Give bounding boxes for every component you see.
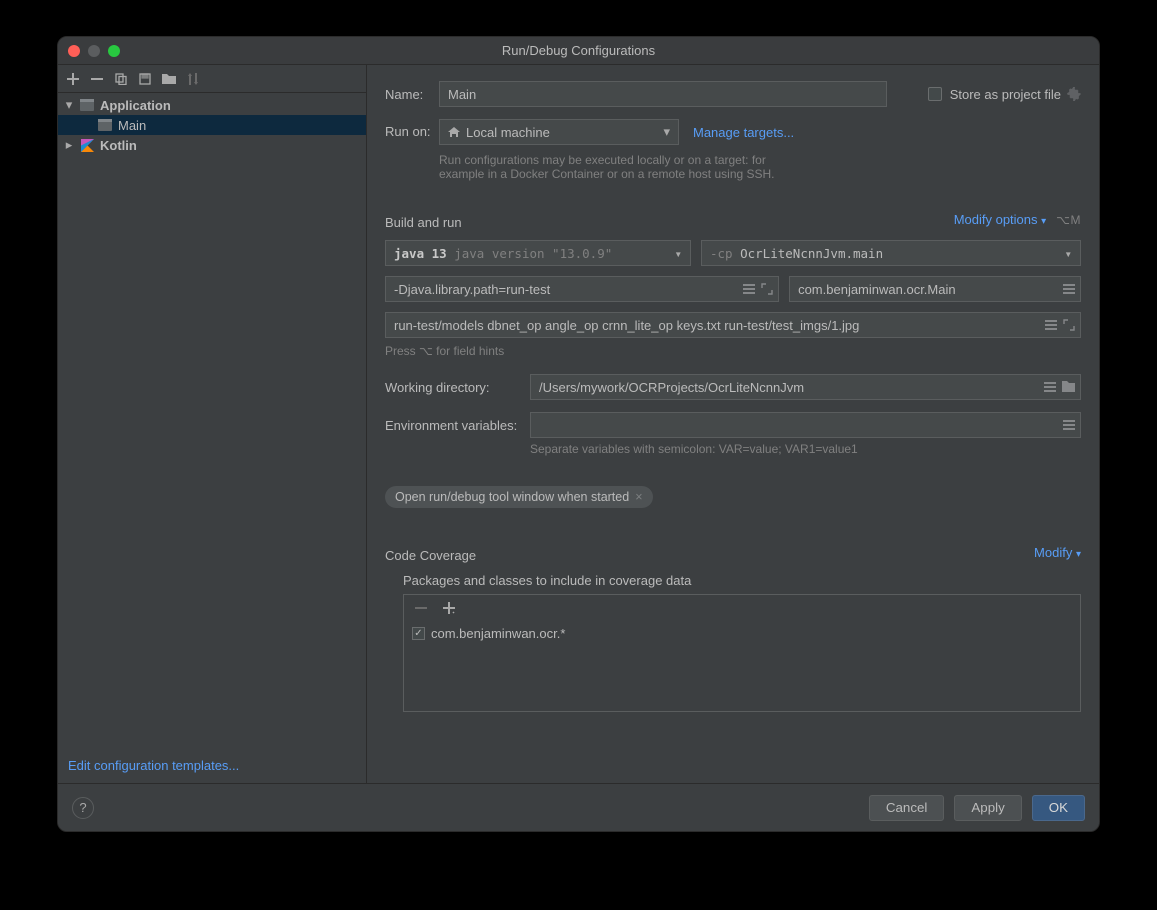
list-icon[interactable] [1063, 283, 1075, 295]
sidebar-toolbar [58, 65, 366, 93]
build-run-header: Build and run Modify options ▾ ⌥M [385, 199, 1081, 240]
list-icon[interactable] [1063, 419, 1075, 431]
working-dir-input[interactable] [530, 374, 1081, 400]
coverage-title: Code Coverage [385, 548, 476, 563]
add-icon[interactable] [442, 601, 456, 615]
chevron-down-icon[interactable]: ▾ [64, 97, 74, 113]
close-icon[interactable]: × [635, 490, 642, 504]
env-label: Environment variables: [385, 418, 530, 433]
env-input[interactable] [530, 412, 1081, 438]
titlebar: Run/Debug Configurations [58, 37, 1099, 65]
jdk-classpath-row: java 13 java version "13.0.9" ▾ -cp OcrL… [385, 240, 1081, 266]
run-debug-config-dialog: Run/Debug Configurations [57, 36, 1100, 832]
checkbox-box-icon [928, 87, 942, 101]
run-on-hint: Run configurations may be executed local… [439, 153, 779, 181]
tree-node-kotlin[interactable]: ▸ Kotlin [58, 135, 366, 155]
store-label: Store as project file [950, 87, 1061, 102]
env-hint: Separate variables with semicolon: VAR=v… [530, 442, 1081, 456]
working-dir-row: Working directory: [385, 374, 1081, 400]
coverage-item-label: com.benjaminwan.ocr.* [431, 626, 565, 641]
classpath-combo[interactable]: -cp OcrLiteNcnnJvm.main ▾ [701, 240, 1081, 266]
build-run-title: Build and run [385, 215, 462, 230]
tree-node-main[interactable]: Main [58, 115, 366, 135]
coverage-toolbar [404, 595, 1080, 622]
chevron-down-icon: ▾ [1064, 246, 1072, 261]
coverage-list[interactable]: ✓ com.benjaminwan.ocr.* [404, 622, 1080, 711]
ok-button[interactable]: OK [1032, 795, 1085, 821]
sort-icon [186, 72, 200, 86]
run-on-label: Run on: [385, 124, 439, 139]
coverage-list-box: ✓ com.benjaminwan.ocr.* [403, 594, 1081, 712]
apply-button[interactable]: Apply [954, 795, 1021, 821]
list-icon[interactable] [1045, 319, 1057, 331]
chevron-right-icon[interactable]: ▸ [64, 137, 74, 153]
coverage-item[interactable]: ✓ com.benjaminwan.ocr.* [412, 626, 1072, 641]
field-hints: Press ⌥ for field hints [385, 344, 1081, 358]
kotlin-type-icon [80, 138, 94, 152]
tree-label: Application [100, 98, 171, 113]
manage-targets-link[interactable]: Manage targets... [693, 125, 794, 140]
gear-icon[interactable] [1067, 87, 1081, 101]
coverage-subtitle: Packages and classes to include in cover… [403, 573, 1081, 588]
name-input[interactable] [439, 81, 887, 107]
working-dir-label: Working directory: [385, 380, 530, 395]
sidebar-footer: Edit configuration templates... [58, 747, 366, 783]
expand-icon[interactable] [761, 283, 773, 295]
run-on-combo[interactable]: Local machine ▾ [439, 119, 679, 145]
remove-icon[interactable] [90, 72, 104, 86]
main-panel: Name: Store as project file Run on: [367, 65, 1099, 783]
vm-mainclass-row [385, 276, 1081, 302]
modify-options-shortcut: ⌥M [1056, 213, 1081, 227]
add-icon[interactable] [66, 72, 80, 86]
window-title: Run/Debug Configurations [58, 43, 1099, 58]
vm-options-input[interactable] [385, 276, 779, 302]
sidebar: ▾ Application Main ▸ [58, 65, 367, 783]
name-label: Name: [385, 87, 439, 102]
program-args-input[interactable] [385, 312, 1081, 338]
list-icon[interactable] [1044, 381, 1056, 393]
modify-options-link[interactable]: Modify options ▾ [954, 212, 1046, 227]
run-on-row: Run on: Local machine ▾ Manag [385, 119, 1081, 181]
dialog-footer: ? Cancel Apply OK [58, 783, 1099, 831]
footer-buttons: Cancel Apply OK [869, 795, 1085, 821]
tree-label: Kotlin [100, 138, 137, 153]
help-button[interactable]: ? [72, 797, 94, 819]
chevron-down-icon: ▾ [663, 124, 670, 140]
remove-icon [414, 601, 428, 615]
config-tree: ▾ Application Main ▸ [58, 93, 366, 747]
modify-coverage-link[interactable]: Modify ▾ [1034, 545, 1081, 560]
list-icon[interactable] [743, 283, 755, 295]
edit-templates-link[interactable]: Edit configuration templates... [68, 758, 239, 773]
store-as-project-file-checkbox[interactable]: Store as project file [928, 87, 1061, 102]
home-icon [448, 126, 460, 138]
coverage-header: Code Coverage Modify ▾ [385, 532, 1081, 573]
checkbox-checked-icon[interactable]: ✓ [412, 627, 425, 640]
jdk-combo[interactable]: java 13 java version "13.0.9" ▾ [385, 240, 691, 266]
coverage-body: Packages and classes to include in cover… [403, 573, 1081, 712]
tags-row: Open run/debug tool window when started … [385, 486, 1081, 508]
tree-node-application[interactable]: ▾ Application [58, 95, 366, 115]
folder-icon[interactable] [162, 72, 176, 86]
application-type-icon [80, 98, 94, 112]
env-vars-row: Environment variables: [385, 412, 1081, 438]
tree-label: Main [118, 118, 146, 133]
expand-icon[interactable] [1063, 319, 1075, 331]
name-row: Name: Store as project file [385, 81, 1081, 107]
program-args-row [385, 312, 1081, 338]
main-class-input[interactable] [789, 276, 1081, 302]
open-tool-window-tag[interactable]: Open run/debug tool window when started … [385, 486, 653, 508]
application-config-icon [98, 118, 112, 132]
save-icon[interactable] [138, 72, 152, 86]
browse-folder-icon[interactable] [1062, 381, 1075, 393]
chevron-down-icon: ▾ [674, 246, 682, 261]
run-on-value: Local machine [466, 125, 550, 140]
cancel-button[interactable]: Cancel [869, 795, 945, 821]
copy-icon[interactable] [114, 72, 128, 86]
dialog-body: ▾ Application Main ▸ [58, 65, 1099, 783]
